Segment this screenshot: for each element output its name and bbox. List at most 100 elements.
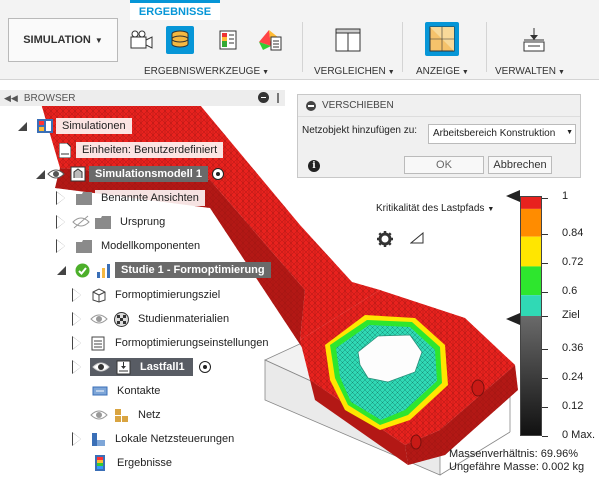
results-table-icon[interactable] <box>216 26 244 54</box>
legend-tick <box>542 234 548 235</box>
visibility-eye-icon[interactable] <box>90 408 108 422</box>
tree-label: Kontakte <box>111 383 167 399</box>
expand-icon[interactable] <box>70 336 84 350</box>
divider <box>486 22 487 72</box>
ribbon-toolbar: SIMULATION ▼ ERGEBNISSE ERGEBNISWERKZEUGE… <box>0 0 599 80</box>
folder-icon <box>76 238 92 254</box>
collapse-icon[interactable] <box>15 119 29 133</box>
animation-camera-icon[interactable] <box>128 26 156 54</box>
tree-node-simulations[interactable]: Simulationen <box>15 116 132 136</box>
legend-tick <box>542 407 548 408</box>
tree-label: Studie 1 - Formoptimierung <box>115 262 271 278</box>
manage-group-label[interactable]: VERWALTEN ▼ <box>495 66 565 77</box>
minimize-icon[interactable] <box>258 92 269 103</box>
legend-label: 0.84 <box>562 227 584 239</box>
check-circle-icon <box>74 262 90 278</box>
tree-node-contacts[interactable]: Kontakte <box>90 381 167 401</box>
load-case-icon <box>115 359 131 375</box>
divider <box>302 22 303 72</box>
legend-tick <box>542 378 548 379</box>
tree-node-units[interactable]: Einheiten: Benutzerdefiniert <box>54 140 224 160</box>
tree-node-materials[interactable]: Studienmaterialien <box>70 309 236 329</box>
result-type-dropdown[interactable]: Kritikalität des Lastpfads ▼ <box>376 203 494 214</box>
results-tools-group-label[interactable]: ERGEBNISWERKZEUGE ▼ <box>144 66 269 77</box>
tree-label: Einheiten: Benutzerdefiniert <box>76 142 224 158</box>
workspace-switcher-button[interactable]: SIMULATION ▼ <box>8 18 118 62</box>
upper-marker-icon[interactable] <box>506 190 520 202</box>
divider <box>402 22 403 72</box>
active-radio-icon[interactable] <box>211 168 224 180</box>
target-marker-icon[interactable] <box>506 313 520 325</box>
cancel-button[interactable]: Abbrechen <box>488 156 552 174</box>
expand-icon[interactable] <box>70 360 84 374</box>
probe-icon[interactable] <box>166 26 194 54</box>
visibility-eye-icon[interactable] <box>92 360 110 374</box>
tree-label: Simulationsmodell 1 <box>89 166 208 182</box>
display-group-label[interactable]: ANZEIGE ▼ <box>416 66 469 77</box>
pin-icon[interactable] <box>277 93 279 103</box>
mesh-icon <box>113 407 129 423</box>
visibility-eye-icon[interactable] <box>47 167 65 181</box>
document-icon <box>57 142 73 158</box>
study-chart-icon <box>96 262 112 278</box>
expand-icon[interactable] <box>70 312 84 326</box>
collapse-icon[interactable] <box>33 167 47 181</box>
collapse-icon[interactable] <box>54 263 68 277</box>
simulations-icon <box>37 118 53 134</box>
mesh-control-icon <box>90 431 106 447</box>
expand-icon[interactable] <box>54 239 68 253</box>
tree-node-model-components[interactable]: Modellkomponenten <box>54 236 207 256</box>
chevron-down-icon: ▼ <box>387 69 395 76</box>
tree-node-named-views[interactable]: Benannte Ansichten <box>54 188 205 208</box>
legend-label: 1 <box>562 190 569 202</box>
tree-label: Formoptimierungseinstellungen <box>109 335 275 351</box>
tree-label: Studienmaterialien <box>132 311 236 327</box>
display-mesh-icon[interactable] <box>425 22 459 56</box>
color-legend-bar <box>520 196 542 436</box>
collapse-icon[interactable] <box>306 100 316 111</box>
field-label: Netzobjekt hinzufügen zu: <box>302 125 418 136</box>
legend-label: 0.24 <box>562 371 584 383</box>
ok-button[interactable]: OK <box>404 156 484 174</box>
tree-node-origin[interactable]: Ursprung <box>54 212 172 232</box>
contacts-icon <box>92 383 108 399</box>
chevron-down-icon: ▼ <box>262 69 270 76</box>
hidden-eye-icon[interactable] <box>72 215 90 229</box>
legend-options-icon[interactable] <box>410 232 424 244</box>
expand-icon[interactable] <box>70 288 84 302</box>
dialog-title: VERSCHIEBEN <box>322 100 394 111</box>
expand-icon[interactable] <box>54 215 68 229</box>
legend-tick <box>542 436 548 437</box>
tree-node-simulation-model[interactable]: Simulationsmodell 1 <box>33 164 224 184</box>
tab-ergebnisse[interactable]: ERGEBNISSE <box>130 0 220 20</box>
compare-split-icon[interactable] <box>334 26 362 54</box>
tree-node-local-mesh-controls[interactable]: Lokale Netzsteuerungen <box>70 429 241 449</box>
expand-icon[interactable] <box>54 191 68 205</box>
tree-label: Modellkomponenten <box>95 238 207 254</box>
tree-node-mesh[interactable]: Netz <box>90 405 167 425</box>
chevron-down-icon: ▼ <box>94 35 103 45</box>
tree-label: Netz <box>132 407 167 423</box>
legend-label: 0 Max. <box>562 429 596 441</box>
workspace-label: SIMULATION <box>23 34 91 46</box>
tree-node-objective[interactable]: Formoptimierungsziel <box>70 285 227 305</box>
tree-node-results[interactable]: Ergebnisse <box>90 453 179 473</box>
tree-label: Formoptimierungsziel <box>109 287 227 303</box>
tree-node-study[interactable]: Studie 1 - Formoptimierung <box>54 260 271 280</box>
active-radio-icon[interactable] <box>198 361 211 373</box>
visibility-eye-icon[interactable] <box>90 312 108 326</box>
info-icon[interactable]: i <box>308 160 320 172</box>
mass-ratio-text: Massenverhältnis: 69.96% <box>449 448 579 460</box>
target-workspace-select[interactable]: Arbeitsbereich Konstruktion ▼ <box>428 124 576 144</box>
gear-icon[interactable] <box>376 230 394 248</box>
report-icon[interactable] <box>256 26 284 54</box>
cube-icon <box>90 287 106 303</box>
legend-tick <box>542 316 548 317</box>
tree-node-loadcase[interactable]: Lastfall1 <box>70 357 211 377</box>
tree-node-settings[interactable]: Formoptimierungseinstellungen <box>70 333 275 353</box>
compare-group-label[interactable]: VERGLEICHEN ▼ <box>314 66 395 77</box>
collapse-left-icon[interactable]: ◀◀ <box>4 93 18 104</box>
expand-icon[interactable] <box>70 432 84 446</box>
legend-tick <box>542 349 548 350</box>
manage-load-icon[interactable] <box>520 26 548 54</box>
